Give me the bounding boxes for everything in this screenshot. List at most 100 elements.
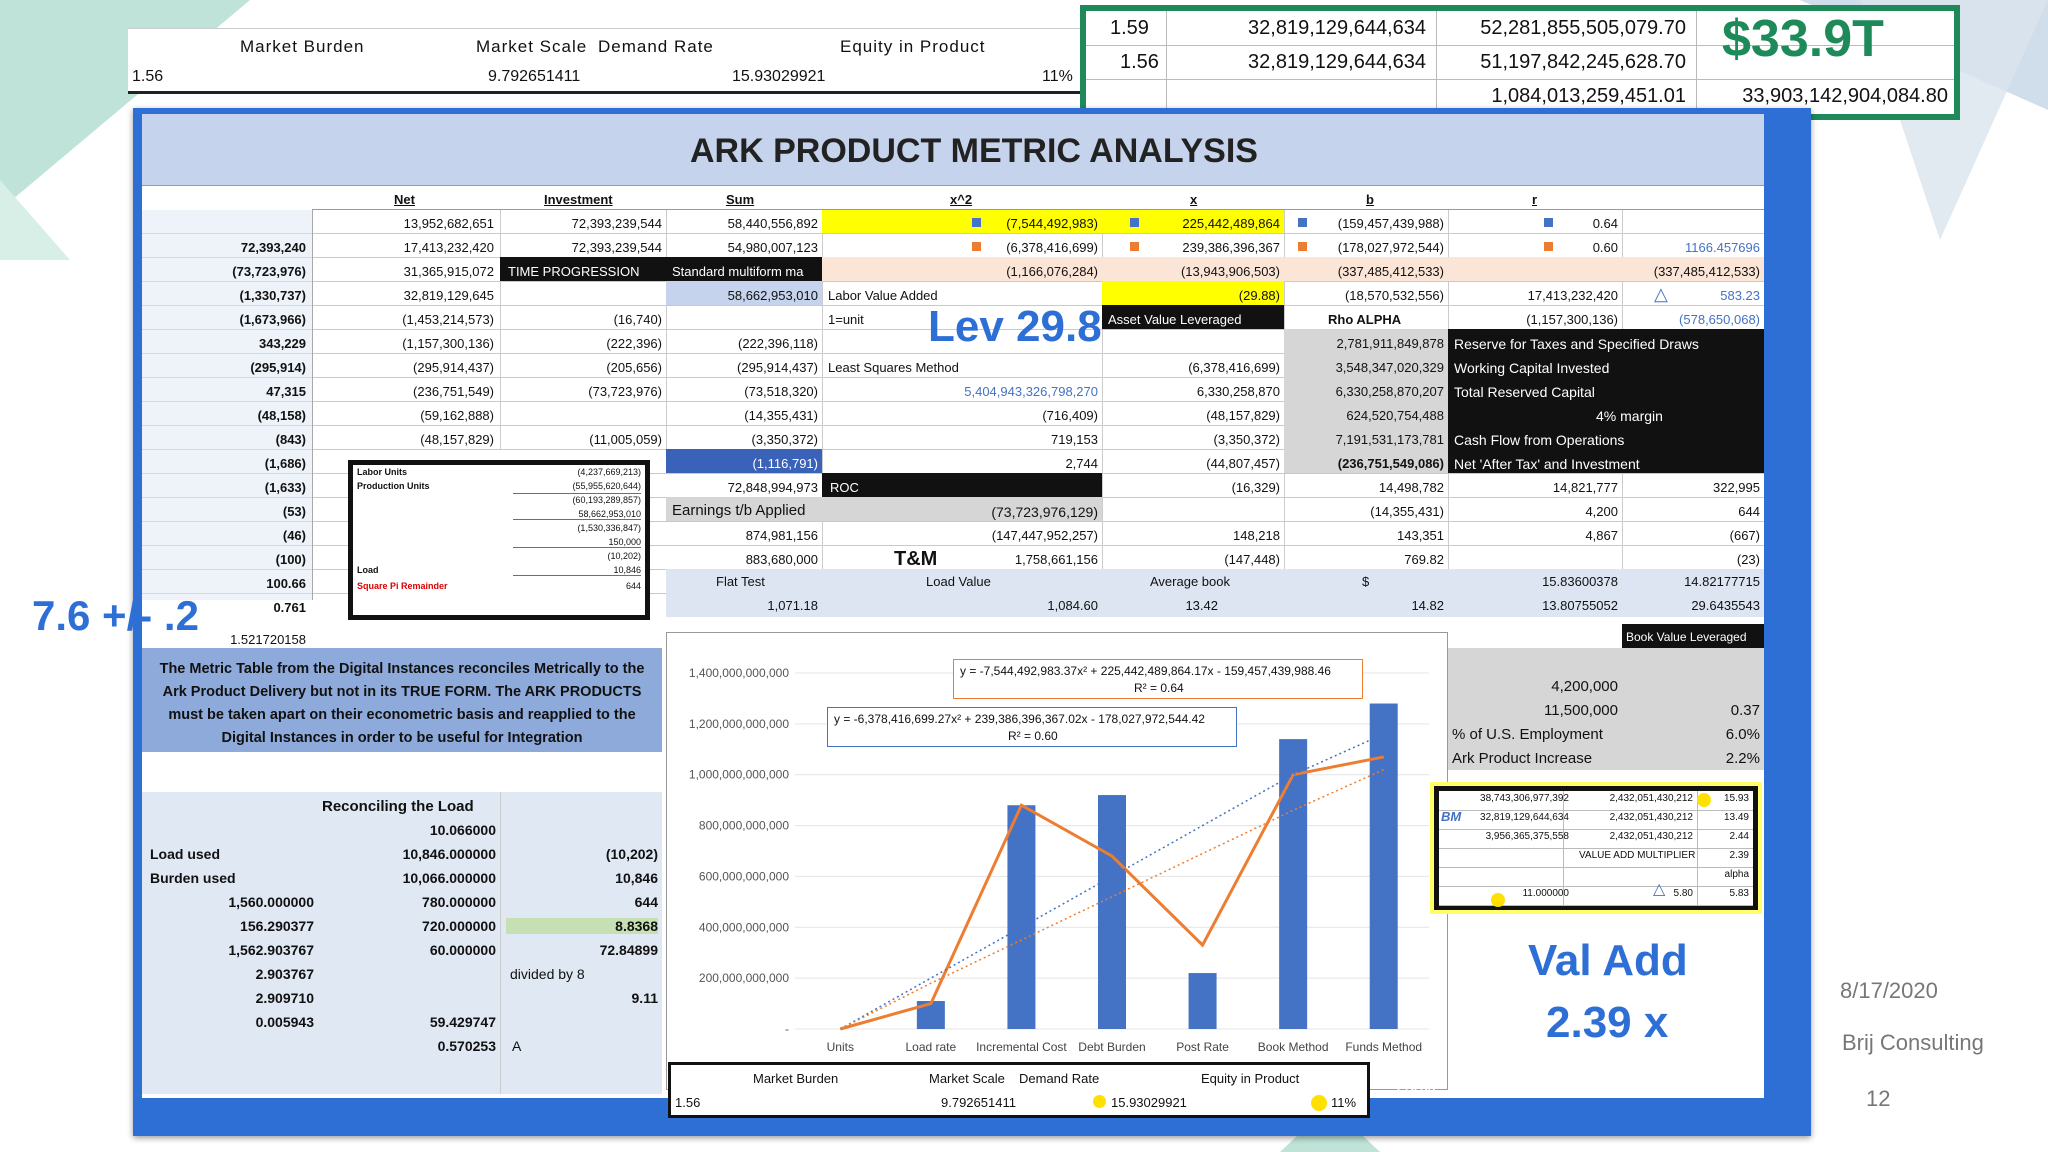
bar-funds-method: [1369, 703, 1398, 1029]
reconcile-c1: 10,066.000000: [402, 870, 496, 886]
x-tick-label: Debt Burden: [1078, 1040, 1145, 1054]
page-number: 12: [1866, 1086, 1891, 1111]
bstrip-header-1: Market Scale: [929, 1071, 1005, 1086]
strip-value-demand-rate: 15.93029921: [732, 68, 826, 85]
note-net-after-tax: Net 'After Tax' and Investment: [1454, 456, 1640, 472]
r-14: 4,867: [1585, 528, 1618, 543]
net-8: (236,751,549): [413, 384, 494, 399]
left-11: (1,686): [264, 456, 306, 471]
reconcile-c2: (10,202): [605, 846, 658, 862]
r2-x2: (6,378,416,699): [1006, 240, 1098, 255]
x-8: 6,330,258,870: [1196, 384, 1280, 399]
vam-cell: VALUE ADD MULTIPLIER: [1579, 850, 1696, 861]
mid-12: ROC: [830, 480, 859, 495]
bstrip-header-3: Equity in Product: [1201, 1071, 1300, 1086]
reconcile-c0: 0.005943: [255, 1014, 314, 1030]
r5-r: (1,157,300,136): [1526, 312, 1618, 327]
b-9: 624,520,754,488: [1346, 408, 1444, 423]
vam-cell: 2.44: [1729, 831, 1749, 842]
note-total: Total Reserved Capital: [1454, 384, 1595, 400]
x-14: 148,218: [1233, 528, 1280, 543]
left-6: 343,229: [259, 336, 306, 351]
reconcile-c2: 72.84899: [599, 942, 658, 958]
reconcile-c2: A: [512, 1038, 522, 1054]
bottom-market-strip: Market Burden Market Scale Demand Rate E…: [668, 1062, 1370, 1118]
mini-label-1: Production Units: [357, 481, 430, 491]
sum-15: 883,680,000: [745, 552, 818, 567]
r2-far: 1166.457696: [1685, 240, 1760, 255]
y-tick-label: 400,000,000,000: [699, 920, 789, 934]
x-10: (3,350,372): [1213, 432, 1281, 447]
spreadsheet-area: ARK PRODUCT METRIC ANALYSIS Net Investme…: [142, 114, 1764, 1118]
left-15: (100): [275, 552, 306, 567]
flat2-5: 13.80755052: [1542, 598, 1618, 613]
bv-0-0: 4,200,000: [1551, 678, 1618, 695]
flat-label: Flat Test: [716, 574, 765, 589]
reconcile-c0: 2.903767: [255, 966, 314, 982]
x-tick-label: Book Method: [1258, 1040, 1329, 1054]
yellow-dot-3: [1093, 1095, 1106, 1108]
top-right-summary-box: 1.59 32,819,129,644,634 52,281,855,505,0…: [1080, 5, 1960, 120]
reconcile-c1: 780.000000: [422, 894, 496, 910]
col-header-x2: x^2: [950, 192, 973, 207]
r5-far: (578,650,068): [1679, 312, 1760, 327]
r1-b: (159,457,439,988): [1337, 216, 1444, 231]
strip-value-market-scale: 9.792651411: [488, 68, 581, 85]
reconcile-c2: 8.8368: [506, 918, 658, 934]
bar-post-rate: [1188, 973, 1217, 1029]
r4-net: 32,819,129,645: [403, 288, 494, 303]
reconcile-c1: 0.570253: [437, 1038, 496, 1054]
mini-label-7: Load: [357, 565, 379, 575]
r1-sum: 58,440,556,892: [727, 216, 818, 231]
r4-far: 583.23: [1720, 288, 1760, 303]
reconcile-c1: 10.066000: [429, 822, 496, 838]
mini-val-6: (10,202): [607, 551, 641, 561]
x-tick-label: Post Rate: [1176, 1040, 1229, 1054]
vam-cell: 2.39: [1729, 850, 1749, 861]
sum-8: (73,518,320): [744, 384, 818, 399]
vam-cell: 5.83: [1729, 888, 1749, 899]
average-book-label: Average book: [1150, 574, 1230, 589]
page-title: ARK PRODUCT METRIC ANALYSIS: [690, 132, 1258, 170]
r4-r: 17,413,232,420: [1527, 288, 1618, 303]
tm-note: T&M, see slide 18: [1392, 1076, 1561, 1099]
mid-13: (73,723,976,129): [991, 504, 1098, 520]
reconcile-c0: Burden used: [150, 870, 236, 886]
equation-box-2: y = -6,378,416,699.27x² + 239,386,396,36…: [827, 707, 1237, 747]
reconcile-c2: 644: [634, 894, 658, 910]
reconcile-c2: 9.11: [631, 990, 658, 1006]
col-header-sum: Sum: [726, 192, 755, 207]
x-tick-label: Units: [827, 1040, 854, 1054]
vam-cell: 2,432,051,430,212: [1609, 793, 1693, 804]
val-add-label: Val Add: [1528, 936, 1688, 985]
r2-investment: 72,393,239,544: [571, 240, 662, 255]
r-squared-2: R² = 0.60: [1008, 729, 1058, 743]
y-tick-label: 1,200,000,000,000: [689, 717, 789, 731]
bstrip-val-3: 11%: [1331, 1095, 1357, 1110]
left-16: 100.66: [266, 576, 306, 591]
sum-7: (295,914,437): [737, 360, 818, 375]
equation-1: y = -7,544,492,983.37x² + 225,442,489,86…: [960, 664, 1331, 678]
strip-header-market-burden: Market Burden: [240, 37, 365, 56]
sum-10: (3,350,372): [751, 432, 819, 447]
col-header-b: b: [1366, 192, 1374, 207]
r2-sum: 54,980,007,123: [727, 240, 818, 255]
net-10: (48,157,829): [420, 432, 494, 447]
left-9: (48,158): [257, 408, 306, 423]
reconcile-c0: 1,560.000000: [228, 894, 314, 910]
x-12: (16,329): [1231, 480, 1280, 495]
side-value-label: 7.6 +/- .2: [32, 592, 199, 639]
inv-8: (73,723,976): [588, 384, 662, 399]
summary-total: 33,903,142,904,084.80: [1742, 85, 1948, 107]
mini-val-0: (4,237,669,213): [577, 467, 641, 477]
reconcile-c1: 60.000000: [429, 942, 496, 958]
y-tick-label: -: [785, 1022, 789, 1036]
r-12: 14,821,777: [1552, 480, 1618, 495]
r2-b: (178,027,972,544): [1337, 240, 1444, 255]
r5-rho: Rho ALPHA: [1328, 312, 1402, 327]
r1-x2: (7,544,492,983): [1006, 216, 1098, 231]
y-tick-label: 1,400,000,000,000: [689, 666, 789, 680]
r5-left: (1,673,966): [239, 312, 307, 327]
top-market-strip: Market Burden Market Scale Demand Rate E…: [128, 28, 1088, 94]
summary-r3-c3: 1,084,013,259,451.01: [1491, 85, 1686, 107]
